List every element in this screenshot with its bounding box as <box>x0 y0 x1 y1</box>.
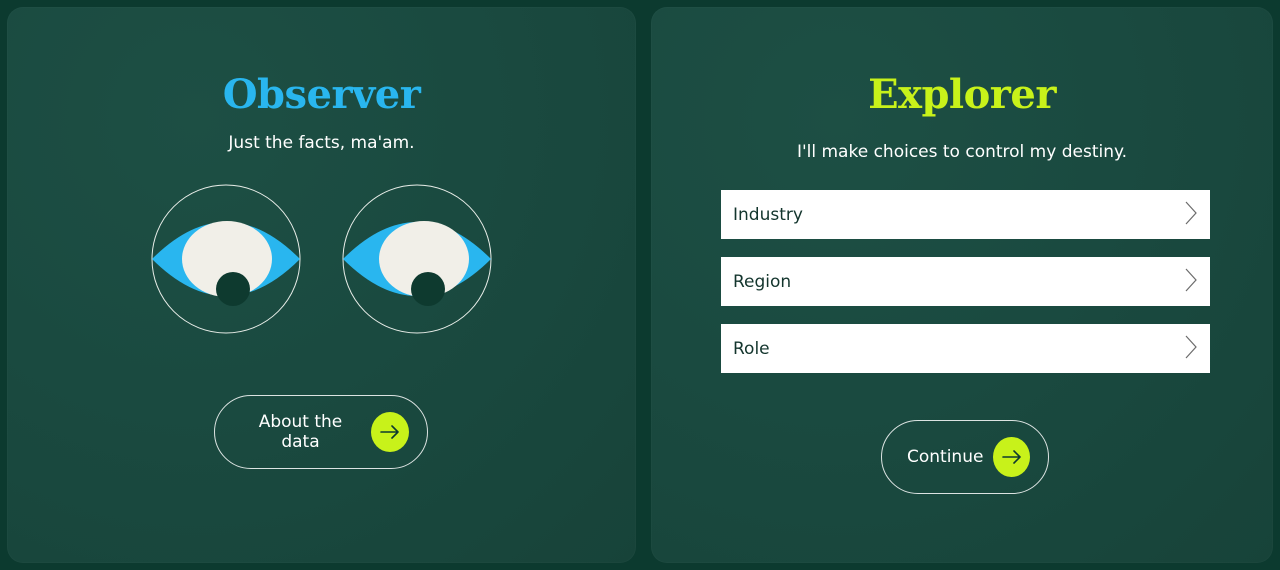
role-select[interactable]: Role <box>721 324 1210 373</box>
chevron-right-icon <box>1184 201 1198 229</box>
explorer-select-list: Industry Region Role <box>721 190 1210 391</box>
industry-select-label: Industry <box>733 204 803 225</box>
continue-button[interactable]: Continue <box>881 420 1049 494</box>
right-eye-icon <box>342 184 492 334</box>
left-eye-icon <box>151 184 301 334</box>
arrow-right-icon <box>370 412 409 452</box>
arrow-right-icon <box>993 437 1030 477</box>
region-select-label: Region <box>733 271 792 292</box>
region-select[interactable]: Region <box>721 257 1210 306</box>
explorer-card: Explorer I'll make choices to control my… <box>651 7 1273 563</box>
watching-eyes-icon <box>151 183 493 335</box>
observer-title: Observer <box>222 71 421 118</box>
role-select-label: Role <box>733 338 770 359</box>
observer-subtitle: Just the facts, ma'am. <box>228 133 415 153</box>
about-the-data-button[interactable]: About the data <box>214 395 428 469</box>
explorer-subtitle: I'll make choices to control my destiny. <box>796 142 1128 162</box>
observer-card: Observer Just the facts, ma'am. About th… <box>7 7 636 563</box>
chevron-right-icon <box>1184 335 1198 363</box>
continue-label: Continue <box>907 447 984 467</box>
explorer-title: Explorer <box>868 71 1056 118</box>
industry-select[interactable]: Industry <box>721 190 1210 239</box>
about-the-data-label: About the data <box>258 412 343 452</box>
chevron-right-icon <box>1184 268 1198 296</box>
